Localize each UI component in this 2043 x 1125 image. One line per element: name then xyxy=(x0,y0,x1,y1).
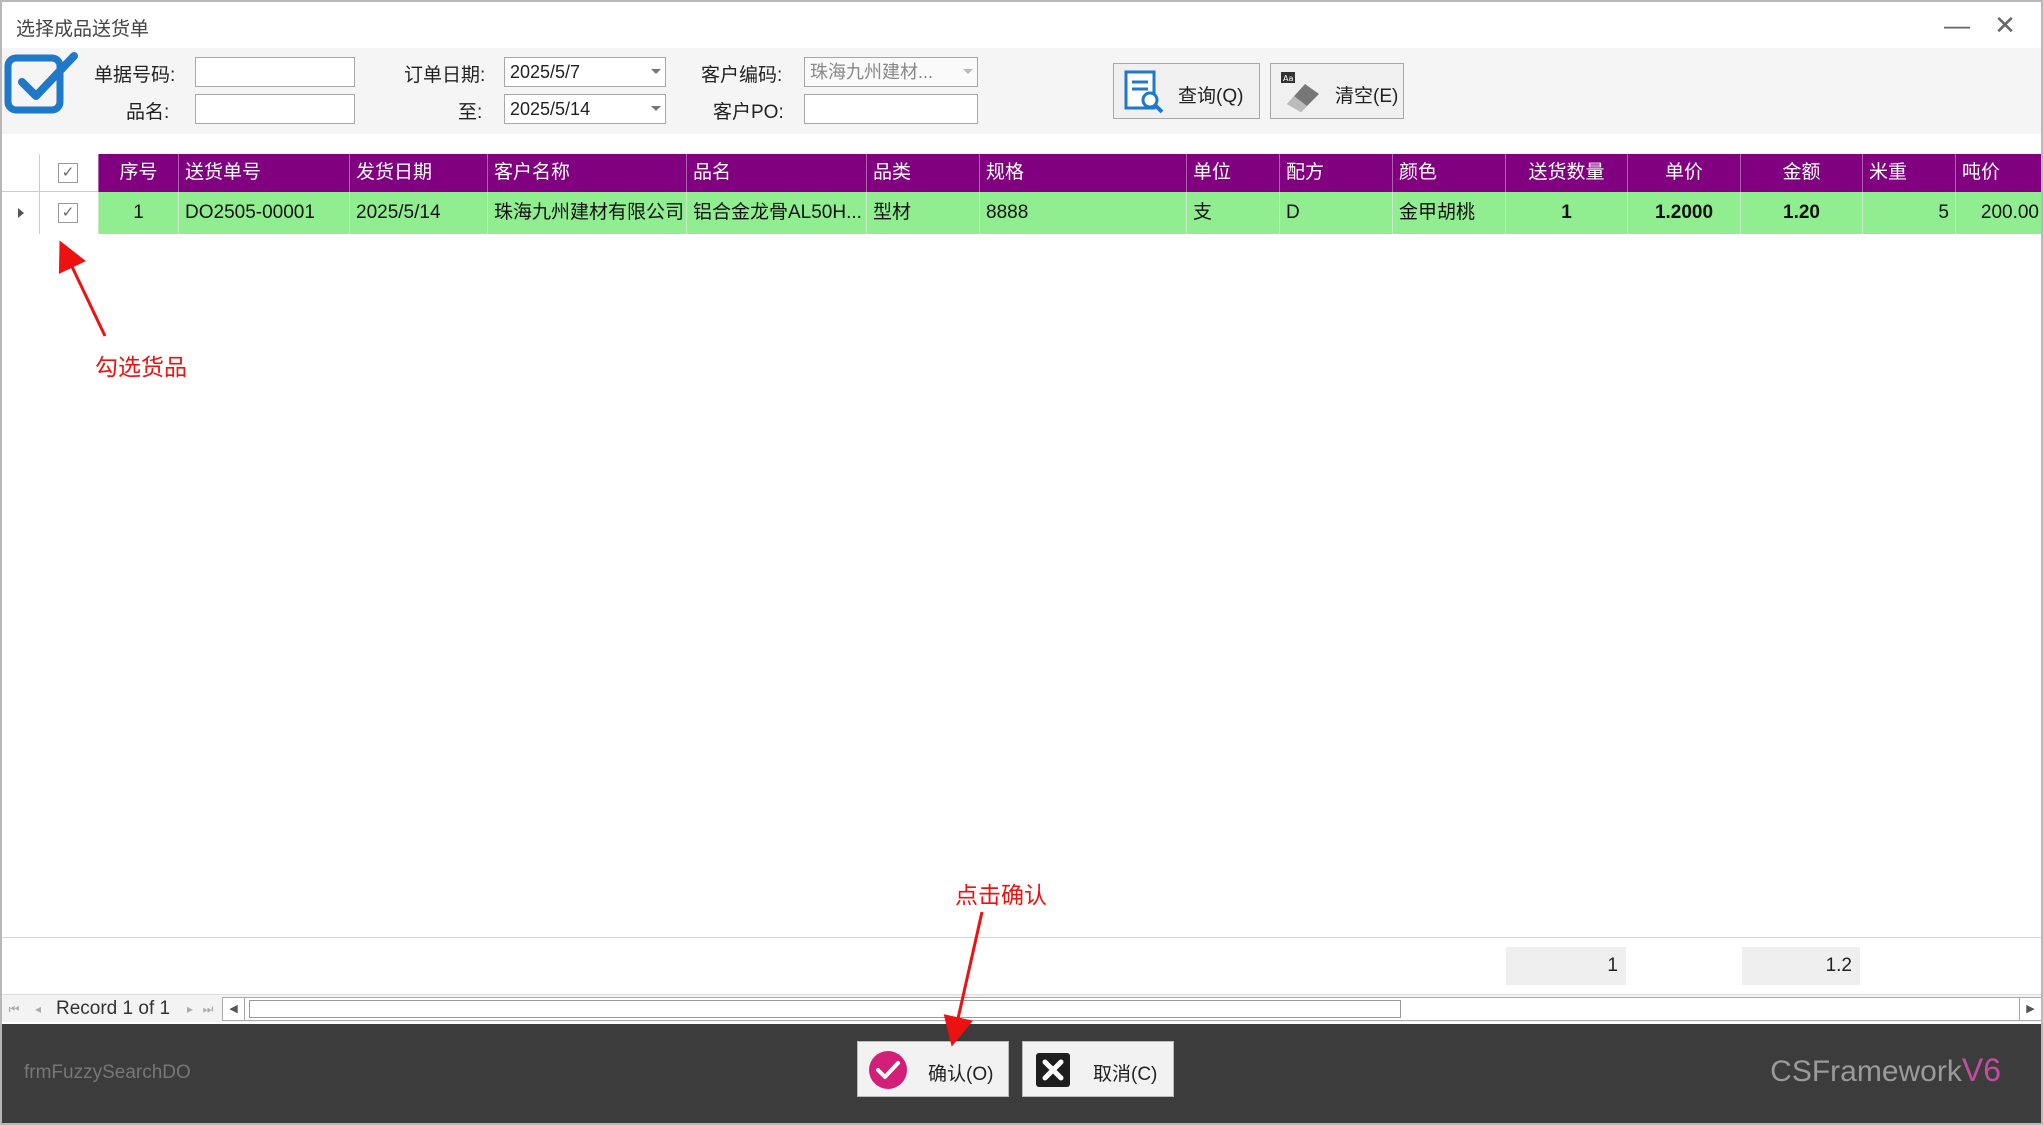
column-header[interactable]: 金额 xyxy=(1740,154,1862,192)
cancel-button[interactable]: 取消(C) xyxy=(1022,1041,1174,1097)
cell-delivery-no[interactable]: DO2505-00001 xyxy=(178,192,349,234)
amount-total: 1.2 xyxy=(1742,947,1860,985)
column-header[interactable]: 发货日期 xyxy=(349,154,487,192)
customer-code-combo[interactable]: 珠海九州建材... xyxy=(804,57,978,87)
column-header[interactable]: 颜色 xyxy=(1392,154,1505,192)
check-circle-icon xyxy=(869,1051,907,1089)
horizontal-scrollbar[interactable]: ◀ ▶ xyxy=(222,997,2041,1021)
cell-meter-weight[interactable]: 5 xyxy=(1862,192,1955,234)
cell-unit[interactable]: 支 xyxy=(1186,192,1279,234)
order-date-from-value: 2025/5/7 xyxy=(510,62,581,82)
cell-ship-date[interactable]: 2025/5/14 xyxy=(349,192,487,234)
dialog-window: 选择成品送货单 — ✕ 单据号码: 品名: 订单日期: 2025/5/7 至: … xyxy=(0,0,2043,1125)
column-header[interactable]: 规格 xyxy=(979,154,1186,192)
cell-color[interactable]: 金甲胡桃 xyxy=(1392,192,1505,234)
scroll-left-icon[interactable]: ◀ xyxy=(223,998,245,1020)
customer-po-label: 客户PO: xyxy=(713,102,784,123)
row-select-checkbox[interactable]: ✓ xyxy=(58,203,78,223)
query-button[interactable]: 查询(Q) xyxy=(1113,63,1260,119)
annotation-arrow-select xyxy=(58,240,107,337)
cell-amount[interactable]: 1.20 xyxy=(1740,192,1862,234)
last-record-icon[interactable]: ⏭ xyxy=(200,999,216,1019)
cell-ton-price[interactable]: 200.00 xyxy=(1955,192,2041,234)
close-button[interactable]: ✕ xyxy=(1983,8,2027,42)
record-counter: Record 1 of 1 xyxy=(56,998,171,1019)
header-indicator-cell xyxy=(2,154,40,192)
customer-code-label: 客户编码: xyxy=(701,65,783,86)
annotation-click-confirm: 点击确认 xyxy=(955,882,1047,908)
select-all-checkbox[interactable]: ✓ xyxy=(58,163,78,183)
column-header[interactable]: 品类 xyxy=(866,154,979,192)
cell-unit-price[interactable]: 1.2000 xyxy=(1627,192,1740,234)
cancel-button-label: 取消(C) xyxy=(1093,1064,1158,1085)
title-bar: 选择成品送货单 — ✕ xyxy=(2,2,2041,48)
doc-no-label: 单据号码: xyxy=(94,65,176,86)
qty-total: 1 xyxy=(1506,947,1626,985)
annotation-select-goods: 勾选货品 xyxy=(95,354,187,380)
column-header[interactable]: 品名 xyxy=(686,154,866,192)
row-check-cell: ✓ xyxy=(40,192,98,234)
brand-logo: CSFrameworkV6 xyxy=(1770,1052,2001,1089)
bottom-action-bar: frmFuzzySearchDO 确认(O) 取消(C) CSFramework… xyxy=(2,1024,2041,1123)
column-header[interactable]: 客户名称 xyxy=(487,154,686,192)
cell-seq[interactable]: 1 xyxy=(98,192,178,234)
order-date-to-picker[interactable]: 2025/5/14 xyxy=(504,94,666,124)
column-header[interactable]: 序号 xyxy=(98,154,178,192)
clear-button-label: 清空(E) xyxy=(1335,86,1399,107)
column-header[interactable]: 送货数量 xyxy=(1505,154,1627,192)
first-record-icon[interactable]: ⏮ xyxy=(6,999,22,1019)
doc-no-input[interactable] xyxy=(195,57,355,87)
cell-formula[interactable]: D xyxy=(1279,192,1392,234)
checkbox-logo-icon xyxy=(4,52,78,114)
column-header[interactable]: 吨价 xyxy=(1955,154,2041,192)
window-title: 选择成品送货单 xyxy=(16,19,150,40)
search-document-icon xyxy=(1124,70,1164,114)
cell-delivery-qty[interactable]: 1 xyxy=(1505,192,1627,234)
column-header[interactable]: 单价 xyxy=(1627,154,1740,192)
grid-header: ✓ 序号 送货单号 发货日期 客户名称 品名 品类 规格 单位 配方 颜色 送货… xyxy=(2,154,2041,192)
brand-text: CSFramework xyxy=(1770,1055,1962,1088)
product-input[interactable] xyxy=(195,94,355,124)
customer-code-value: 珠海九州建材... xyxy=(810,62,934,82)
prev-record-icon[interactable]: ◂ xyxy=(30,999,46,1019)
record-navigator: ⏮ ◂ Record 1 of 1 ▸ ⏭ ◀ ▶ xyxy=(2,994,2041,1022)
row-indicator xyxy=(2,192,40,234)
eraser-icon: Aa xyxy=(1281,72,1319,112)
chevron-down-icon[interactable] xyxy=(651,106,661,111)
minimize-button[interactable]: — xyxy=(1935,8,1979,42)
brand-version: V6 xyxy=(1961,1052,2001,1088)
header-check-cell: ✓ xyxy=(40,154,98,192)
column-header[interactable]: 配方 xyxy=(1279,154,1392,192)
cell-spec[interactable]: 8888 xyxy=(979,192,1186,234)
table-row[interactable]: ✓ 1 DO2505-00001 2025/5/14 珠海九州建材有限公司 铝合… xyxy=(2,192,2041,234)
chevron-down-icon[interactable] xyxy=(651,69,661,74)
cell-customer-name[interactable]: 珠海九州建材有限公司 xyxy=(487,192,686,234)
order-date-label: 订单日期: xyxy=(404,65,486,86)
query-button-label: 查询(Q) xyxy=(1178,86,1244,107)
order-date-to-value: 2025/5/14 xyxy=(510,99,591,119)
filter-panel: 单据号码: 品名: 订单日期: 2025/5/7 至: 2025/5/14 客户… xyxy=(2,48,2041,134)
scroll-right-icon[interactable]: ▶ xyxy=(2019,998,2041,1020)
customer-po-input[interactable] xyxy=(804,94,978,124)
column-header[interactable]: 单位 xyxy=(1186,154,1279,192)
clear-button[interactable]: Aa 清空(E) xyxy=(1270,63,1404,119)
column-header[interactable]: 米重 xyxy=(1862,154,1955,192)
column-header[interactable]: 送货单号 xyxy=(178,154,349,192)
form-name: frmFuzzySearchDO xyxy=(24,1062,191,1083)
close-box-icon xyxy=(1036,1053,1070,1087)
chevron-down-icon[interactable] xyxy=(963,69,973,74)
to-label: 至: xyxy=(458,102,483,123)
next-record-icon[interactable]: ▸ xyxy=(182,999,198,1019)
scrollbar-thumb[interactable] xyxy=(249,1000,1401,1018)
order-date-from-picker[interactable]: 2025/5/7 xyxy=(504,57,666,87)
product-label: 品名: xyxy=(126,102,170,123)
confirm-button[interactable]: 确认(O) xyxy=(857,1041,1009,1097)
confirm-button-label: 确认(O) xyxy=(928,1064,994,1085)
current-row-arrow-icon xyxy=(18,208,24,218)
cell-category[interactable]: 型材 xyxy=(866,192,979,234)
svg-text:Aa: Aa xyxy=(1283,74,1293,83)
footer-divider xyxy=(2,937,2041,938)
cell-product-name[interactable]: 铝合金龙骨AL50H... xyxy=(686,192,866,234)
